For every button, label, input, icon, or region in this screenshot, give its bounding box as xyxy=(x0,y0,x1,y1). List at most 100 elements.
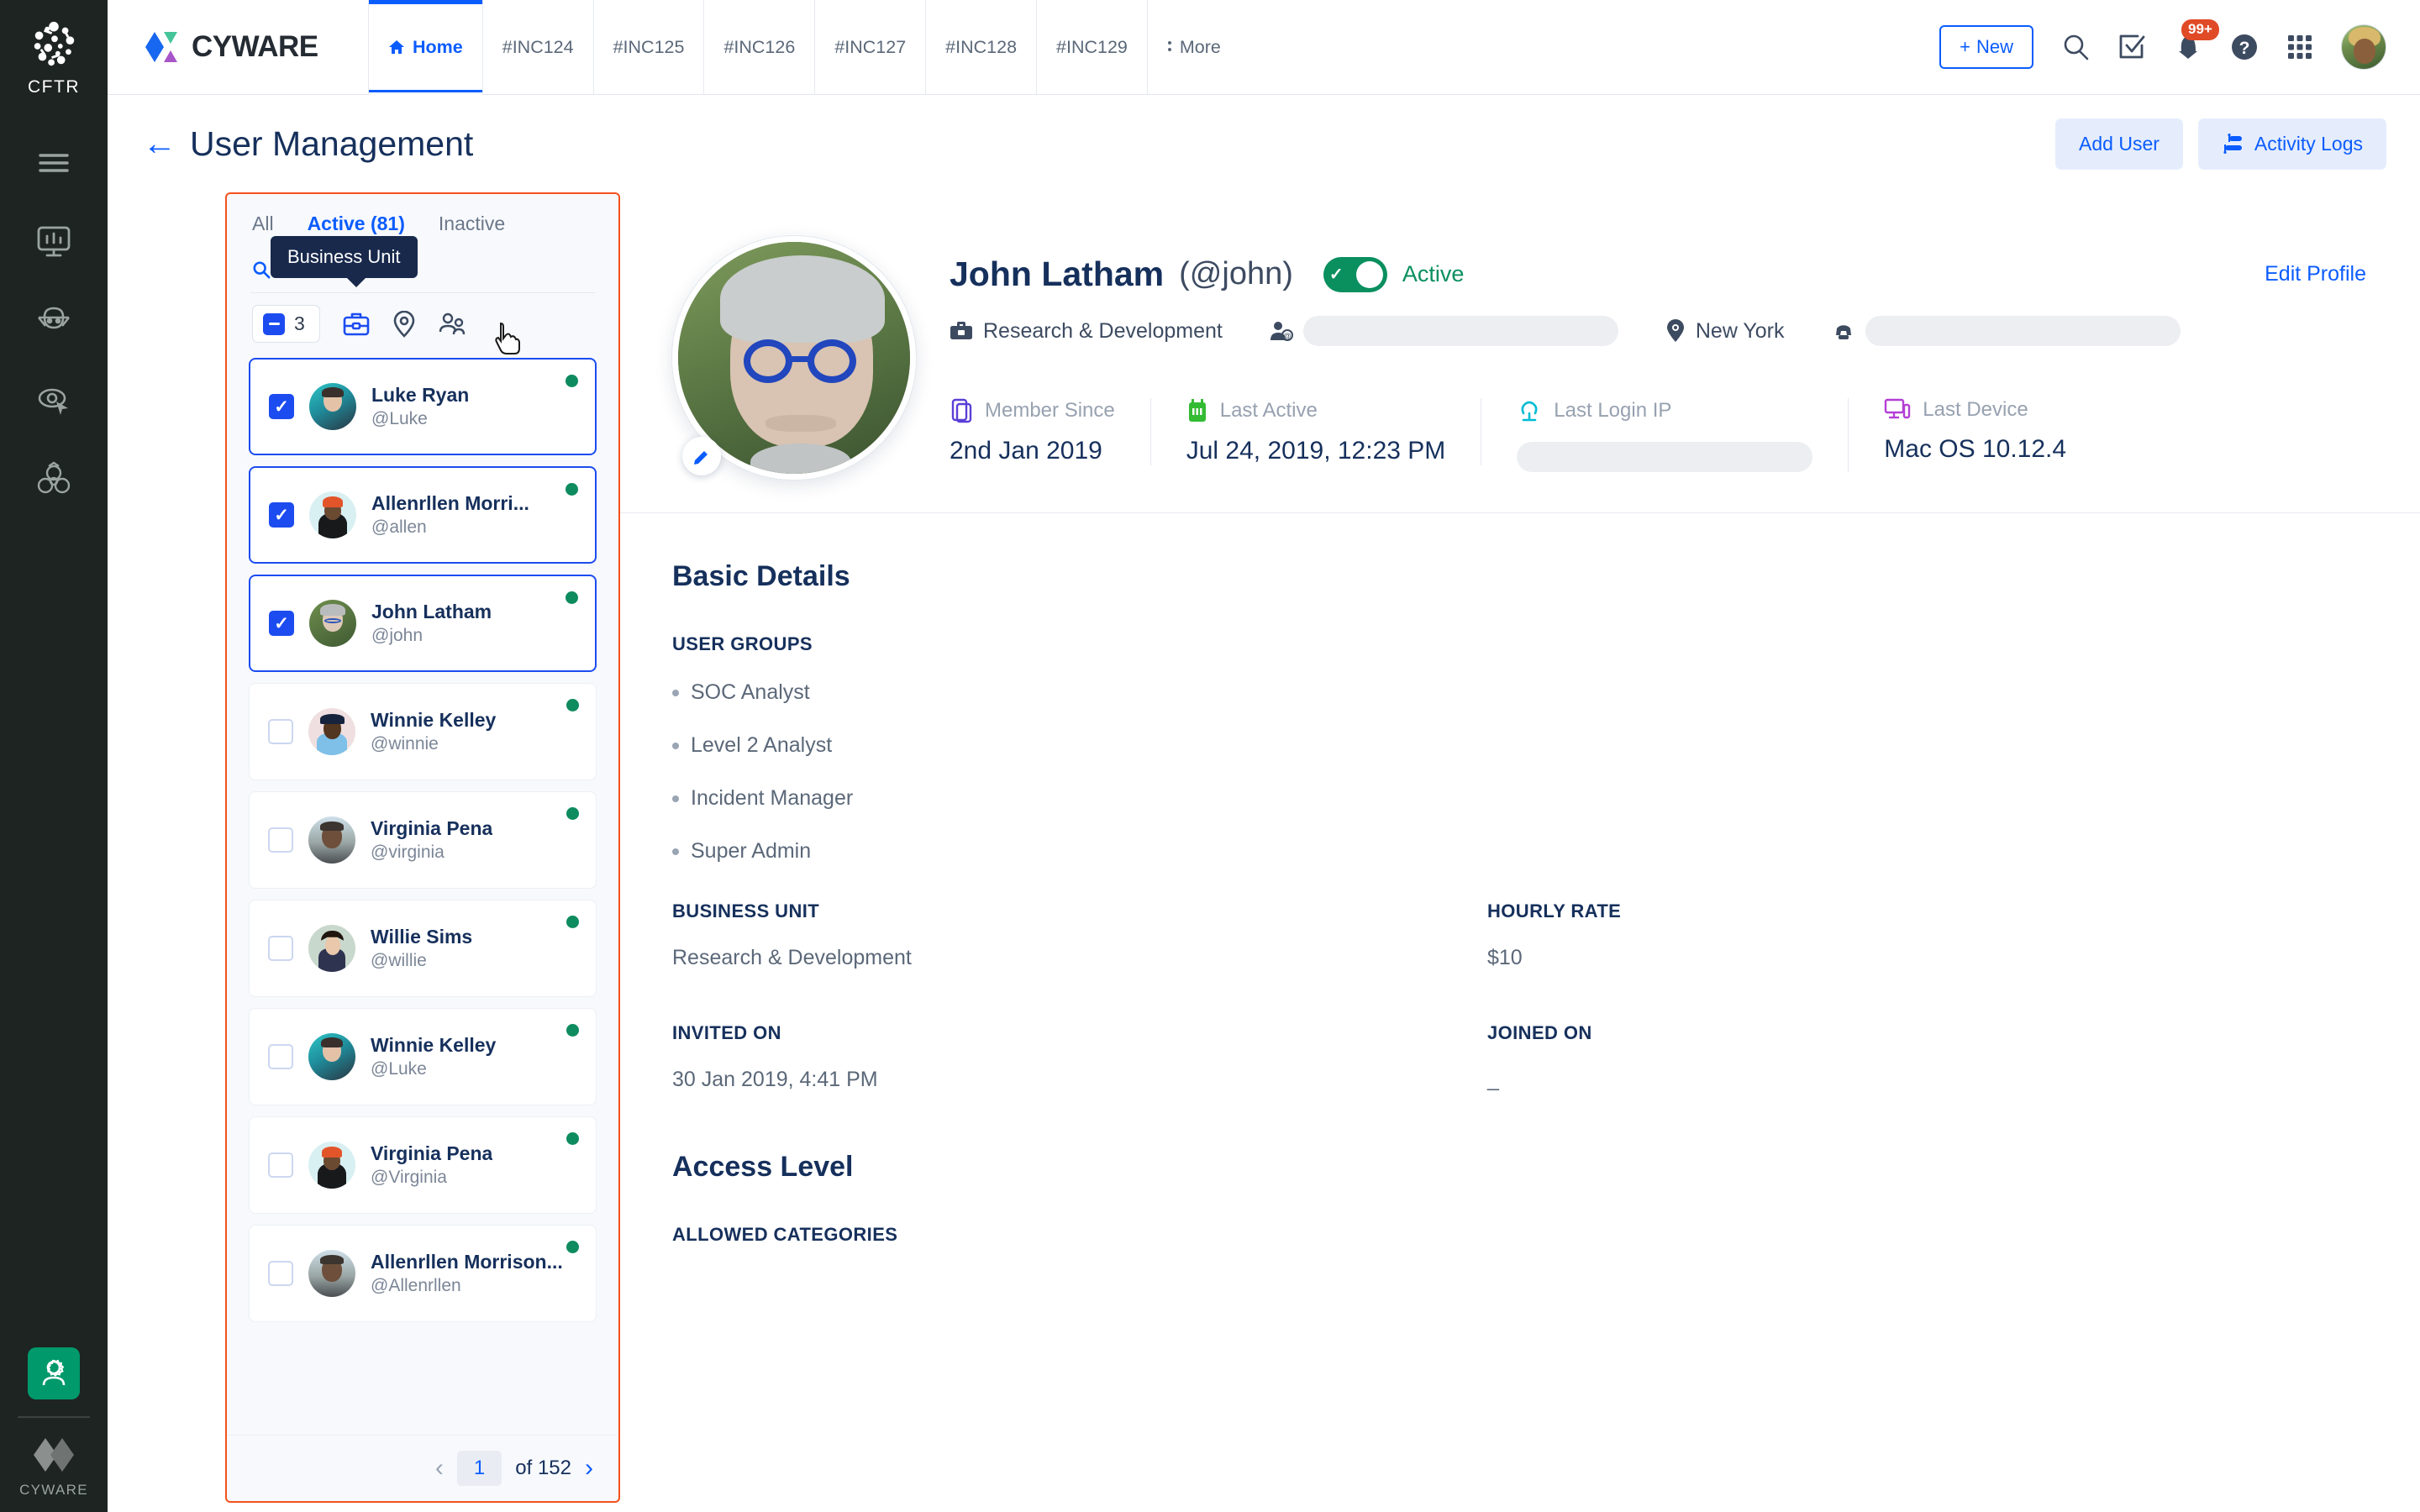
hourly-rate-value: $10 xyxy=(1487,946,1523,969)
user-name: Allenrllen Morrison... xyxy=(371,1251,563,1273)
stat-value: Mac OS 10.12.4 xyxy=(1884,435,2067,463)
page-header: ← User Management Add User Activity Logs xyxy=(108,95,2420,192)
profile-name: John Latham xyxy=(950,255,1165,293)
user-avatar[interactable] xyxy=(2341,24,2386,70)
brand-logo[interactable]: CYWARE xyxy=(108,0,368,94)
tab-active-label: Active (81) xyxy=(307,213,405,234)
new-button-label: New xyxy=(1975,36,2013,57)
tab-more[interactable]: More xyxy=(1148,0,1240,94)
row-checkbox[interactable] xyxy=(268,1152,293,1178)
new-button[interactable]: + New xyxy=(1939,25,2033,69)
user-groups-label: USER GROUPS xyxy=(672,633,813,654)
business-unit-value: Research & Development xyxy=(983,318,1223,343)
prev-page-icon[interactable]: ‹ xyxy=(435,1456,444,1481)
joined-on-label: JOINED ON xyxy=(1487,1022,1592,1043)
row-checkbox[interactable] xyxy=(268,1044,293,1069)
avatar xyxy=(309,491,356,538)
tab-inc129[interactable]: #INC129 xyxy=(1037,0,1148,94)
joined-on-field: JOINED ON _ xyxy=(1487,1022,2302,1092)
back-arrow-icon[interactable]: ← xyxy=(143,127,176,160)
table-row[interactable]: Allenrllen Morrison... @Allenrllen xyxy=(249,1225,597,1322)
status-dot xyxy=(566,699,579,711)
row-checkbox[interactable] xyxy=(268,1261,293,1286)
user-detail-panel: John Latham (@john) ✓ Active Edit Profil… xyxy=(620,192,2420,1512)
row-checkbox[interactable] xyxy=(269,611,294,636)
tab-inc128[interactable]: #INC128 xyxy=(926,0,1038,94)
tab-inc125[interactable]: #INC125 xyxy=(594,0,705,94)
active-toggle[interactable]: ✓ xyxy=(1323,256,1387,292)
user-management-icon[interactable] xyxy=(28,1347,80,1399)
user-group-value: Level 2 Analyst xyxy=(691,733,833,757)
avatar xyxy=(308,925,355,972)
activity-logs-button[interactable]: Activity Logs xyxy=(2197,118,2386,170)
profile-handle: (@john) xyxy=(1179,256,1293,291)
user-name: Winnie Kelley xyxy=(371,709,497,731)
status-badge: Active xyxy=(1402,261,1465,286)
user-group-filter-icon[interactable] xyxy=(438,312,468,337)
row-checkbox[interactable] xyxy=(268,827,293,853)
add-user-button[interactable]: Add User xyxy=(2055,118,2183,170)
user-group-value: SOC Analyst xyxy=(691,680,810,704)
notifications-bell-icon[interactable]: 99+ xyxy=(2174,19,2219,61)
table-row[interactable]: Winnie Kelley @Luke xyxy=(249,1008,597,1105)
top-navbar: CYWARE Home #INC124 #INC125 #INC126 #INC… xyxy=(108,0,2420,95)
selected-count-chip[interactable]: 3 xyxy=(252,305,320,343)
briefcase-icon xyxy=(950,322,972,339)
threat-hunting-icon[interactable] xyxy=(32,378,76,422)
location-filter-icon[interactable] xyxy=(392,310,416,338)
row-checkbox[interactable] xyxy=(268,936,293,961)
threat-actor-icon[interactable] xyxy=(32,299,76,343)
location-meta: New York xyxy=(1665,319,1785,344)
malware-biohazard-icon[interactable] xyxy=(32,457,76,501)
status-dot xyxy=(566,807,579,820)
tasks-check-icon[interactable] xyxy=(2118,33,2146,61)
status-dot xyxy=(566,1241,579,1253)
access-level-title: Access Level xyxy=(672,1151,854,1183)
business-unit-filter-icon[interactable] xyxy=(342,311,371,338)
table-row[interactable]: Willie Sims @willie xyxy=(249,900,597,997)
location-value: New York xyxy=(1695,318,1785,343)
cyware-footer-logo: CYWARE xyxy=(19,1433,88,1499)
business-unit-row: BUSINESS UNIT Research & Development HOU… xyxy=(672,900,2366,970)
stat-value: Jul 24, 2019, 12:23 PM xyxy=(1186,437,1446,465)
next-page-icon[interactable]: › xyxy=(585,1456,593,1481)
tab-inc124-label: #INC124 xyxy=(502,36,574,57)
stat-member-since: Member Since 2nd Jan 2019 xyxy=(950,398,1151,465)
edit-avatar-button[interactable] xyxy=(682,437,721,475)
table-row[interactable]: Virginia Pena @Virginia xyxy=(249,1116,597,1214)
stat-label: Member Since xyxy=(985,399,1115,422)
stat-top: Last Login IP xyxy=(1517,398,1812,423)
pencil-icon xyxy=(694,451,708,465)
tab-inactive[interactable]: Inactive xyxy=(439,213,505,245)
bullet-dot xyxy=(672,795,679,802)
tab-inc124[interactable]: #INC124 xyxy=(483,0,594,94)
tab-home[interactable]: Home xyxy=(368,0,483,95)
tab-inc126[interactable]: #INC126 xyxy=(704,0,816,94)
edit-profile-link[interactable]: Edit Profile xyxy=(2265,262,2366,286)
table-row[interactable]: Virginia Pena @virginia xyxy=(249,791,597,889)
row-checkbox[interactable] xyxy=(268,719,293,744)
table-row[interactable]: Winnie Kelley @winnie xyxy=(249,683,597,780)
allowed-categories-label: ALLOWED CATEGORIES xyxy=(672,1224,898,1245)
help-question-icon[interactable]: ? xyxy=(2230,33,2259,61)
user-list-panel: All Active (81) Inactive 3 xyxy=(225,192,620,1503)
table-row[interactable]: John Latham @john xyxy=(249,575,597,672)
partial-check-icon xyxy=(263,312,285,335)
user-handle: @winnie xyxy=(371,734,439,753)
list-item: Level 2 Analyst xyxy=(672,733,2366,758)
hamburger-menu-icon[interactable] xyxy=(32,141,76,185)
app-root: CFTR CYWARE CYWARE Home #INC124 #INC125 … xyxy=(0,0,2420,1512)
row-checkbox[interactable] xyxy=(269,394,294,419)
current-page[interactable]: 1 xyxy=(456,1451,502,1486)
row-checkbox[interactable] xyxy=(269,502,294,528)
table-row[interactable]: Allenrllen Morri... @allen xyxy=(249,466,597,564)
apps-grid-icon[interactable] xyxy=(2286,34,2313,60)
phone-masked-value xyxy=(1865,316,2181,346)
more-vertical-icon xyxy=(1167,41,1171,51)
dashboard-monitor-icon[interactable] xyxy=(32,220,76,264)
profile-nameline: John Latham (@john) ✓ Active Edit Profil… xyxy=(950,255,2366,294)
tab-inc127[interactable]: #INC127 xyxy=(815,0,927,94)
search-icon[interactable] xyxy=(2061,33,2090,61)
search-icon xyxy=(253,261,271,279)
table-row[interactable]: Luke Ryan @Luke xyxy=(249,358,597,455)
